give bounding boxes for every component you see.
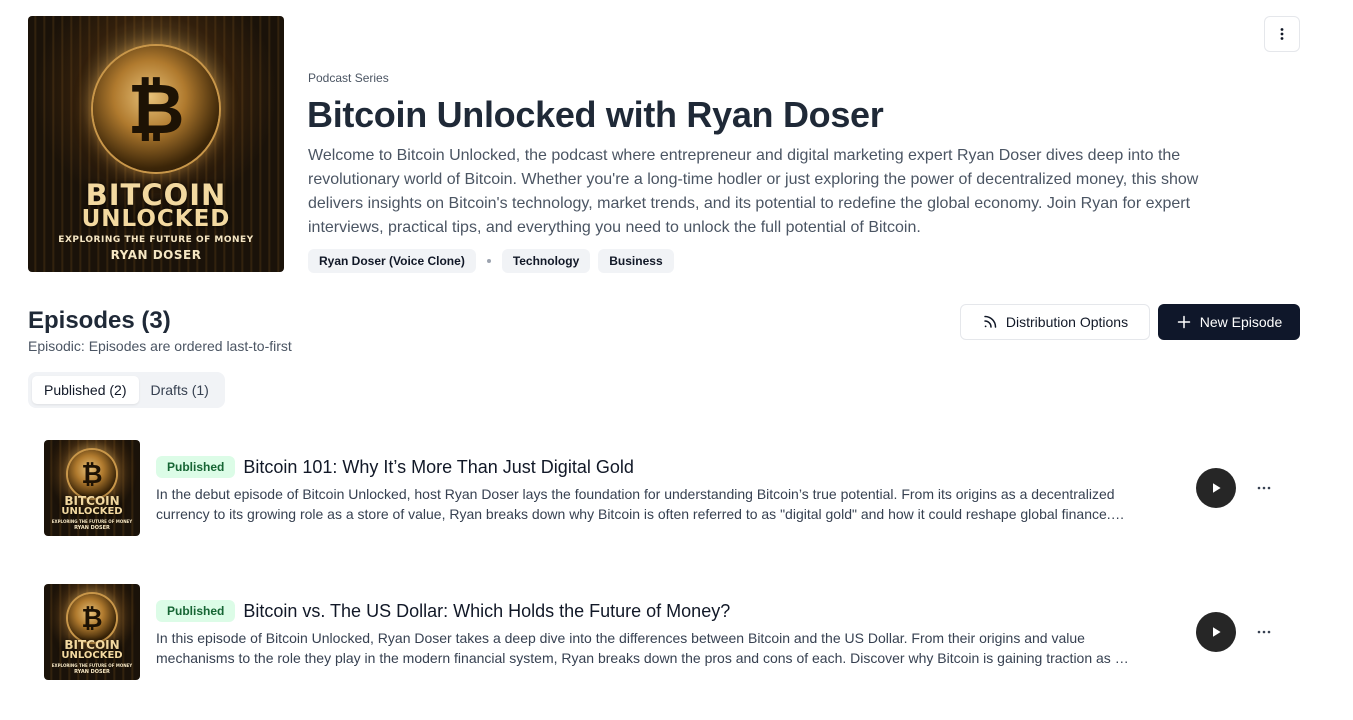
bitcoin-coin-image: ₿ [93, 46, 219, 172]
episode-title[interactable]: Bitcoin 101: Why It’s More Than Just Dig… [243, 457, 634, 478]
tab-published[interactable]: Published (2) [32, 376, 139, 404]
cover-subtitle: EXPLORING THE FUTURE OF MONEY [51, 519, 133, 524]
episode-description-line: In the debut episode of Bitcoin Unlocked… [156, 486, 1115, 502]
bitcoin-coin-image: ₿ [68, 450, 116, 498]
episode-description: In this episode of Bitcoin Unlocked, Rya… [156, 628, 1166, 668]
cover-author: RYAN DOSER [74, 525, 110, 531]
bitcoin-coin-image: ₿ [68, 594, 116, 642]
episode-status-tabs: Published (2) Drafts (1) [28, 372, 225, 408]
category-tag-technology[interactable]: Technology [501, 249, 591, 273]
episode-cover-art: ₿ BITCOIN UNLOCKED EXPLORING THE FUTURE … [44, 584, 140, 680]
play-icon [1213, 483, 1221, 493]
episode-description: In the debut episode of Bitcoin Unlocked… [156, 484, 1166, 524]
more-horizontal-icon [1257, 486, 1271, 490]
tab-drafts[interactable]: Drafts (1) [139, 376, 221, 404]
series-tags: Ryan Doser (Voice Clone) Technology Busi… [308, 249, 674, 273]
episode-description-line: mechanisms to the role they play in the … [156, 650, 1129, 666]
cover-author: RYAN DOSER [110, 248, 202, 262]
series-more-button[interactable] [1264, 16, 1300, 52]
play-button[interactable] [1196, 468, 1236, 508]
series-type-label: Podcast Series [308, 71, 389, 85]
episode-cover-art: ₿ BITCOIN UNLOCKED EXPLORING THE FUTURE … [44, 440, 140, 536]
status-badge: Published [156, 600, 236, 622]
play-button[interactable] [1196, 612, 1236, 652]
cover-subtitle: EXPLORING THE FUTURE OF MONEY [58, 235, 254, 245]
episode-more-button[interactable] [1254, 478, 1274, 498]
episode-row[interactable]: ₿ BITCOIN UNLOCKED EXPLORING THE FUTURE … [44, 440, 1284, 536]
status-badge: Published [156, 456, 236, 478]
rss-icon [984, 315, 997, 328]
distribution-options-label: Distribution Options [1005, 314, 1129, 330]
series-description: Welcome to Bitcoin Unlocked, the podcast… [308, 147, 1199, 236]
more-vertical-icon [1280, 28, 1284, 40]
cover-title-line2: UNLOCKED [81, 206, 231, 232]
new-episode-label: New Episode [1199, 314, 1283, 330]
distribution-options-button[interactable]: Distribution Options [960, 304, 1150, 340]
episode-row[interactable]: ₿ BITCOIN UNLOCKED EXPLORING THE FUTURE … [44, 584, 1284, 680]
cover-title-line2: UNLOCKED [61, 650, 123, 661]
category-tag-business[interactable]: Business [598, 249, 674, 273]
play-icon [1213, 627, 1221, 637]
new-episode-button[interactable]: New Episode [1158, 304, 1300, 340]
plus-icon [1177, 315, 1190, 329]
voice-tag[interactable]: Ryan Doser (Voice Clone) [308, 249, 476, 273]
episodes-heading: Episodes (3) [28, 307, 171, 334]
series-title: Bitcoin Unlocked with Ryan Doser [307, 94, 884, 135]
episode-description-line: currency to its growing role as a store … [156, 506, 1125, 522]
tag-separator [486, 259, 491, 263]
cover-title-line2: UNLOCKED [61, 506, 123, 517]
more-horizontal-icon [1257, 630, 1271, 634]
episode-description-line: In this episode of Bitcoin Unlocked, Rya… [156, 630, 1085, 646]
cover-author: RYAN DOSER [74, 669, 110, 675]
cover-subtitle: EXPLORING THE FUTURE OF MONEY [51, 663, 133, 668]
series-cover-art: ₿ BITCOIN UNLOCKED EXPLORING THE FUTURE … [28, 16, 284, 272]
episode-header: Published Bitcoin vs. The US Dollar: Whi… [156, 600, 730, 622]
episode-header: Published Bitcoin 101: Why It’s More Tha… [156, 456, 634, 478]
episode-title[interactable]: Bitcoin vs. The US Dollar: Which Holds t… [243, 601, 730, 622]
episode-more-button[interactable] [1254, 622, 1274, 642]
episodes-order-note: Episodic: Episodes are ordered last-to-f… [28, 338, 292, 354]
